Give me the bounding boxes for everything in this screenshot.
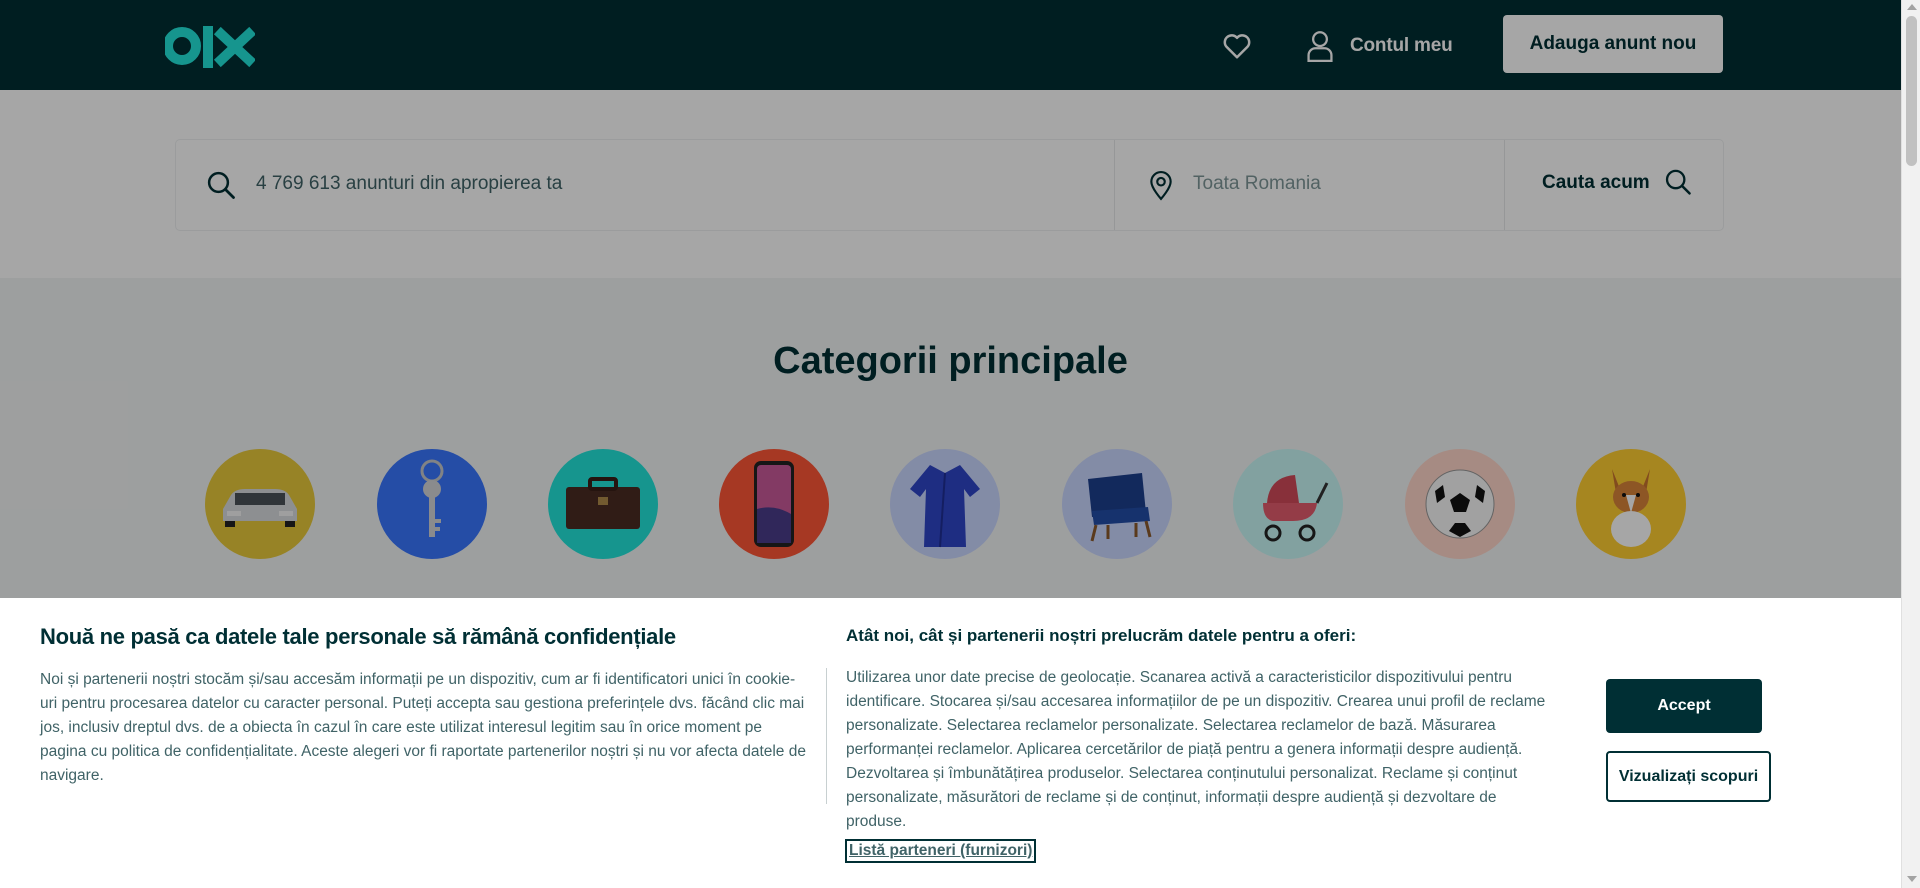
accept-button[interactable]: Accept: [1606, 679, 1762, 733]
scrollbar-thumb[interactable]: [1906, 16, 1917, 166]
cookie-description: Noi și partenerii noștri stocăm și/sau a…: [40, 671, 806, 784]
cookie-purposes-title: Atât noi, cât și partenerii noștri prelu…: [846, 626, 1357, 645]
cookie-purposes-text: Utilizarea unor date precise de geolocaț…: [846, 669, 1546, 830]
partners-list-link[interactable]: Listă parteneri (furnizori): [845, 839, 1037, 863]
scroll-down-arrow[interactable]: [1907, 876, 1917, 882]
cookie-divider: [826, 668, 827, 804]
view-purposes-button[interactable]: Vizualizați scopuri: [1606, 751, 1771, 802]
page-scrollbar[interactable]: [1901, 0, 1920, 888]
cookie-consent-banner: Nouă ne pasă ca datele tale personale să…: [0, 598, 1901, 888]
scroll-up-arrow[interactable]: [1907, 4, 1917, 10]
cookie-title: Nouă ne pasă ca datele tale personale să…: [40, 624, 676, 649]
